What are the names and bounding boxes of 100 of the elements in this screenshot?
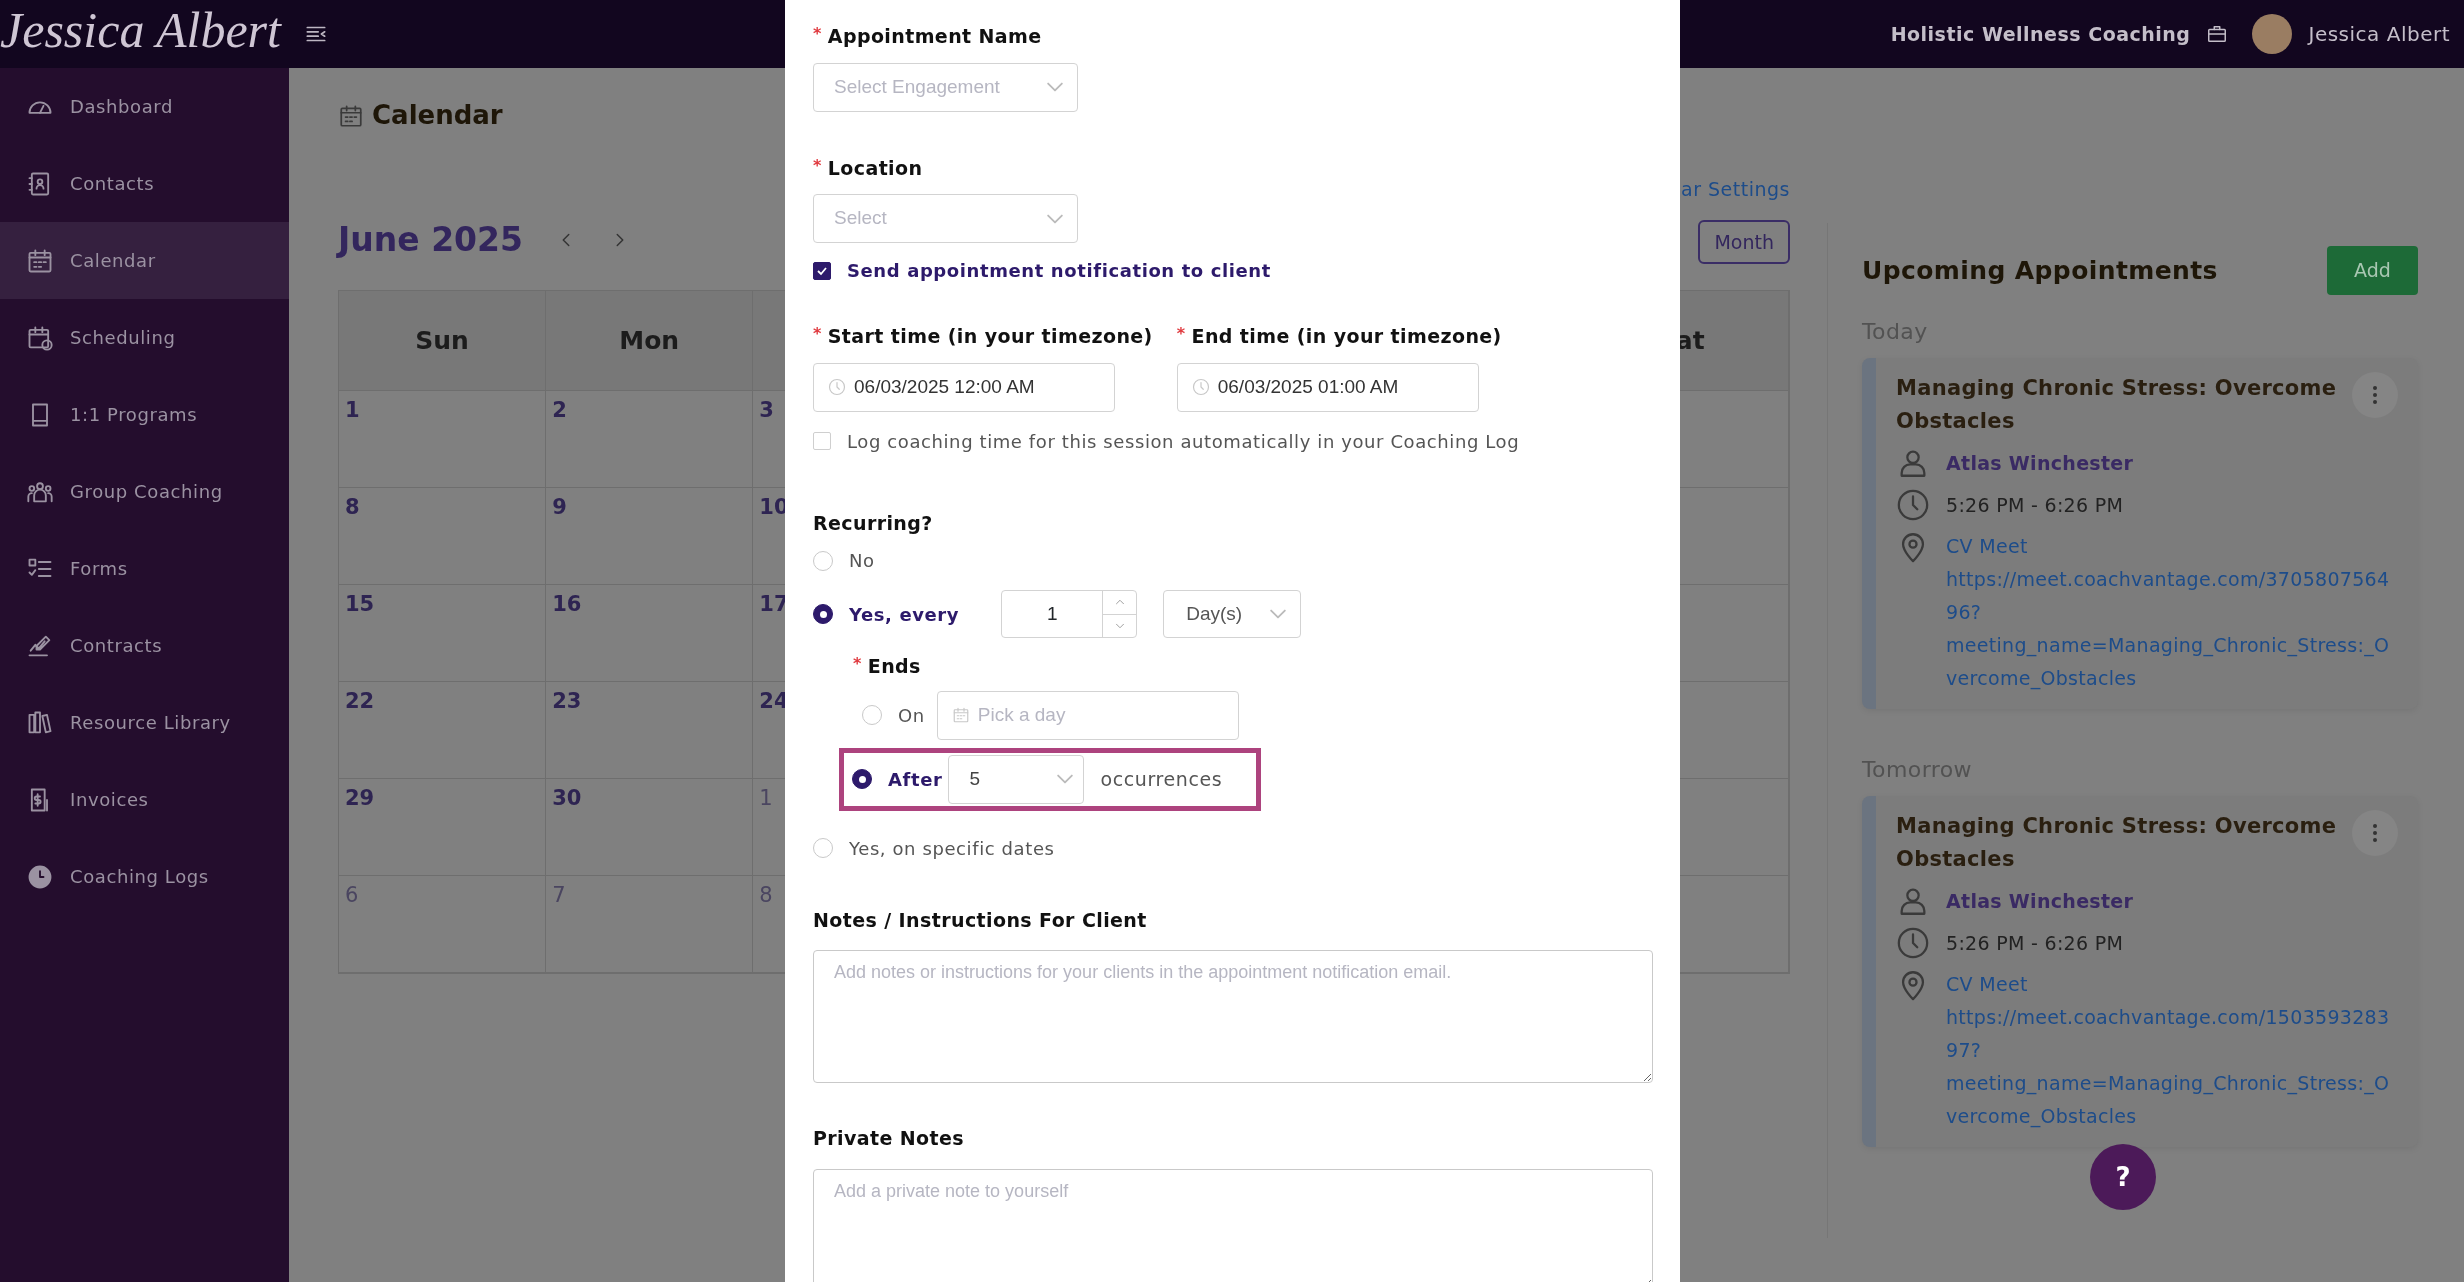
sidebar-item[interactable]: Resource Library xyxy=(0,684,289,761)
occurrences-label: occurrences xyxy=(1100,766,1223,792)
unit-select[interactable]: Day(s) xyxy=(1163,590,1302,638)
sidebar-item[interactable]: Contacts xyxy=(0,145,289,222)
day-cell[interactable]: 1 xyxy=(339,391,547,488)
notes-field[interactable]: Add notes or instructions for your clients in the appointment notification email. xyxy=(813,950,1653,1083)
sidebar-item[interactable]: Contracts xyxy=(0,607,289,684)
day-cell[interactable]: 9 xyxy=(546,488,754,585)
day-cell[interactable]: 15 xyxy=(339,585,547,682)
sidebar-item[interactable]: Group Coaching xyxy=(0,453,289,530)
start-time-field[interactable]: 06/03/2025 12:00 AM xyxy=(813,362,1115,412)
chevron-down-icon xyxy=(1047,82,1063,92)
radio-label[interactable]: After xyxy=(888,765,943,793)
day-number[interactable]: 3 xyxy=(759,398,774,422)
required-mark: * xyxy=(813,24,822,43)
appointment-time: 5:26 PM - 6:26 PM xyxy=(1946,930,2124,956)
organization-name[interactable]: Holistic Wellness Coaching xyxy=(1890,19,2191,49)
appointment-title: Managing Chronic Stress: Overcome Obstacles xyxy=(1896,813,2338,873)
sidebar-item[interactable]: Calendar xyxy=(0,222,289,299)
checkbox-label[interactable]: Send appointment notification to client xyxy=(847,257,1271,284)
day-number[interactable]: 16 xyxy=(552,592,582,616)
settings-link[interactable]: ar Settings xyxy=(1681,175,1790,204)
chevron-down-icon xyxy=(1047,213,1063,224)
appointment-time: 5:26 PM - 6:26 PM xyxy=(1946,492,2124,518)
more-button[interactable] xyxy=(2352,810,2398,856)
radio-label[interactable]: No xyxy=(849,547,875,574)
number-stepper[interactable]: 1 xyxy=(1001,590,1138,638)
radio-button[interactable] xyxy=(813,604,833,624)
month-title: June 2025 xyxy=(338,218,523,261)
end-time-field[interactable]: 06/03/2025 01:00 AM xyxy=(1176,362,1479,412)
location-select[interactable]: Select xyxy=(813,194,1078,243)
required-mark: * xyxy=(813,324,822,343)
sidebar-item[interactable]: Invoices xyxy=(0,761,289,838)
location-link[interactable]: CV Meet xyxy=(1946,530,2398,563)
client-link[interactable]: Atlas Winchester xyxy=(1946,884,2134,918)
meeting-link[interactable]: https://meet.coachvantage.com/150359328397?meeting_name=Managing_Chronic_Stress:_Overcome_Obstacles xyxy=(1946,1001,2398,1133)
day-number[interactable]: 2 xyxy=(552,398,567,422)
avatar[interactable] xyxy=(2252,14,2293,54)
clock-icon xyxy=(1896,488,1930,522)
label-text: Start time (in your timezone) xyxy=(827,325,1153,347)
clock-icon xyxy=(828,378,846,396)
field-label: Recurring? xyxy=(813,510,934,536)
weekday-header: Sun xyxy=(339,291,547,391)
private-notes-field[interactable]: Add a private note to yourself xyxy=(813,1168,1653,1282)
day-cell[interactable]: 23 xyxy=(546,682,754,779)
radio-label[interactable]: Yes, on specific dates xyxy=(849,834,1055,862)
more-button[interactable] xyxy=(2352,372,2398,418)
day-number[interactable]: 6 xyxy=(345,883,359,907)
count-select[interactable]: 5 xyxy=(948,754,1085,804)
radio-label[interactable]: On xyxy=(898,701,925,729)
appointment-card[interactable]: Managing Chronic Stress: Overcome Obstacles Atlas Winchester 5:26 PM - 6:26 PM CV Meet https://meet.coachvantage.com/150359328397?meeting_name=Managing_Chronic_Stress:_Overcome_Obstacles xyxy=(1862,796,2418,1147)
day-cell[interactable]: 22 xyxy=(339,682,547,779)
sidebar-item[interactable]: Forms xyxy=(0,530,289,607)
day-number[interactable]: 8 xyxy=(759,883,773,907)
weekday-header: Mon xyxy=(546,291,754,391)
day-number[interactable]: 1 xyxy=(345,398,360,422)
label-text: Appointment Name xyxy=(827,25,1042,47)
day-number[interactable]: 1 xyxy=(759,786,773,810)
more-icon xyxy=(2372,823,2378,843)
help-button[interactable]: ? xyxy=(2090,1144,2156,1210)
day-number[interactable]: 23 xyxy=(552,689,582,713)
checkbox[interactable] xyxy=(813,261,831,280)
sidebar-item[interactable]: 1:1 Programs xyxy=(0,376,289,453)
logo-text: Jessica Albert xyxy=(0,5,281,55)
day-number[interactable]: 15 xyxy=(345,592,375,616)
day-number[interactable]: 9 xyxy=(552,495,567,519)
meeting-link[interactable]: https://meet.coachvantage.com/370580756496?meeting_name=Managing_Chronic_Stress:_Overcome_Obstacles xyxy=(1946,563,2398,695)
radio-label[interactable]: Yes, every xyxy=(849,600,960,628)
label-text: Ends xyxy=(867,655,921,677)
day-cell[interactable]: 16 xyxy=(546,585,754,682)
day-number[interactable]: 22 xyxy=(345,689,375,713)
location-link[interactable]: CV Meet xyxy=(1946,968,2398,1001)
client-link[interactable]: Atlas Winchester xyxy=(1946,446,2134,480)
clock-icon xyxy=(1896,926,1930,960)
day-cell[interactable]: 6 xyxy=(339,876,547,973)
sidebar-item[interactable]: Coaching Logs xyxy=(0,838,289,915)
day-cell[interactable]: 7 xyxy=(546,876,754,973)
checkbox-label[interactable]: Log coaching time for this session automatically in your Coaching Log xyxy=(847,427,1520,455)
month-view-button[interactable]: Month xyxy=(1698,219,1790,264)
user-name[interactable]: Jessica Albert xyxy=(2308,19,2450,49)
day-number[interactable]: 7 xyxy=(552,883,566,907)
label-text: Location xyxy=(827,156,923,179)
day-cell[interactable]: 29 xyxy=(339,779,547,876)
day-number[interactable]: 8 xyxy=(345,495,360,519)
day-cell[interactable]: 2 xyxy=(546,391,754,488)
day-cell[interactable]: 30 xyxy=(546,779,754,876)
sidebar-item[interactable]: Scheduling xyxy=(0,299,289,376)
add-button[interactable]: Add xyxy=(2327,246,2418,295)
day-number[interactable]: 30 xyxy=(552,786,582,810)
stepper-value: 1 xyxy=(1045,601,1059,626)
date-field[interactable]: Pick a day xyxy=(936,690,1239,740)
engagement-select[interactable]: Select Engagement xyxy=(813,62,1078,112)
day-cell[interactable]: 8 xyxy=(339,488,547,585)
day-number[interactable]: 29 xyxy=(345,786,375,810)
radio-button[interactable] xyxy=(852,769,872,789)
more-icon xyxy=(2372,385,2378,405)
sidebar-item[interactable]: Dashboard xyxy=(0,68,289,145)
clock-icon xyxy=(1191,378,1210,396)
field-label: Private Notes xyxy=(813,1126,966,1151)
appointment-card[interactable]: Managing Chronic Stress: Overcome Obstacles Atlas Winchester 5:26 PM - 6:26 PM CV Meet https://meet.coachvantage.com/370580756496?meeting_name=Managing_Chronic_Stress:_Overcome_Obstacles xyxy=(1862,358,2418,709)
